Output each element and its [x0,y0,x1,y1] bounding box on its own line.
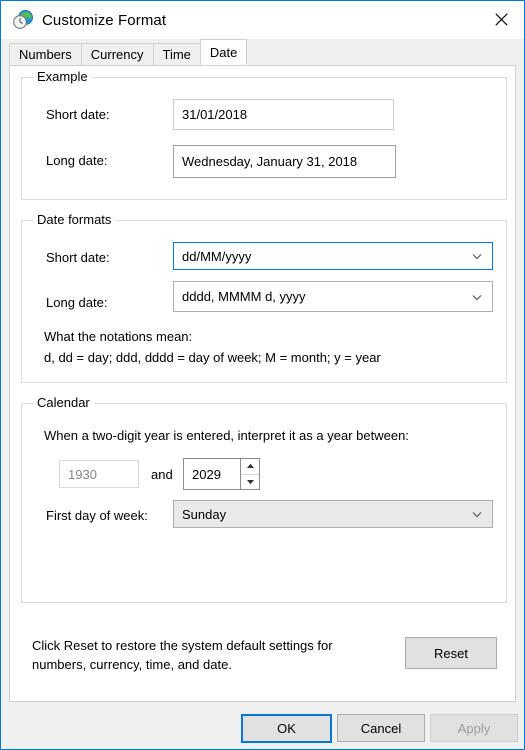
year-from-input[interactable]: 1930 [59,460,139,488]
first-day-of-week-label: First day of week: [46,508,148,523]
first-day-of-week-combo[interactable]: Sunday [173,500,493,528]
tab-strip: Numbers Currency Time Date [1,39,524,65]
reset-description: Click Reset to restore the system defaul… [32,638,333,672]
close-icon[interactable] [478,1,524,38]
two-digit-year-text: When a two-digit year is entered, interp… [44,428,409,443]
long-date-format-label: Long date: [46,295,108,310]
region-clock-globe-icon [12,9,34,31]
short-date-format-label: Short date: [46,250,110,265]
example-short-date-value: 31/01/2018 [173,99,394,130]
chevron-down-icon [471,508,483,520]
chevron-down-icon [471,250,483,262]
first-day-of-week-value: Sunday [182,506,227,522]
title-bar: Customize Format [1,1,524,39]
apply-button: Apply [430,714,518,742]
spinner-down-icon[interactable] [241,474,259,489]
window-title: Customize Format [42,11,167,29]
reset-button[interactable]: Reset [405,637,497,669]
cancel-button[interactable]: Cancel [337,714,425,742]
spinner-up-icon[interactable] [241,459,259,475]
short-date-format-combo[interactable]: dd/MM/yyyy [173,242,493,270]
customize-format-dialog: Customize Format Numbers Currency Time D… [0,0,525,750]
example-long-date-value: Wednesday, January 31, 2018 [173,145,396,178]
tab-currency[interactable]: Currency [80,43,154,65]
year-to-spin-buttons [241,458,260,490]
example-group-label: Example [33,69,92,84]
dialog-footer: OK Cancel Apply [1,702,524,749]
ok-button[interactable]: OK [241,714,332,743]
tab-content-panel: Example Short date: 31/01/2018 Long date… [9,65,516,702]
notations-text: d, dd = day; ddd, dddd = day of week; M … [44,350,381,365]
and-label: and [151,467,173,482]
example-short-date-label: Short date: [46,107,110,122]
calendar-group-label: Calendar [33,395,94,410]
tab-time[interactable]: Time [152,43,201,65]
tab-numbers[interactable]: Numbers [9,43,82,65]
long-date-format-combo[interactable]: dddd, MMMM d, yyyy [173,281,493,312]
date-formats-group: Date formats Short date: dd/MM/yyyy Long… [21,212,507,383]
chevron-down-icon [471,291,483,303]
calendar-group: Calendar When a two-digit year is entere… [21,395,507,603]
year-to-input[interactable]: 2029 [183,458,241,490]
long-date-format-value: dddd, MMMM d, yyyy [182,289,306,304]
tab-date[interactable]: Date [199,39,248,65]
example-group: Example Short date: 31/01/2018 Long date… [21,69,507,200]
short-date-format-value: dd/MM/yyyy [182,248,252,264]
date-formats-group-label: Date formats [33,212,116,227]
year-to-stepper[interactable]: 2029 [183,458,260,490]
notations-title: What the notations mean: [44,329,193,344]
example-long-date-label: Long date: [46,153,108,168]
